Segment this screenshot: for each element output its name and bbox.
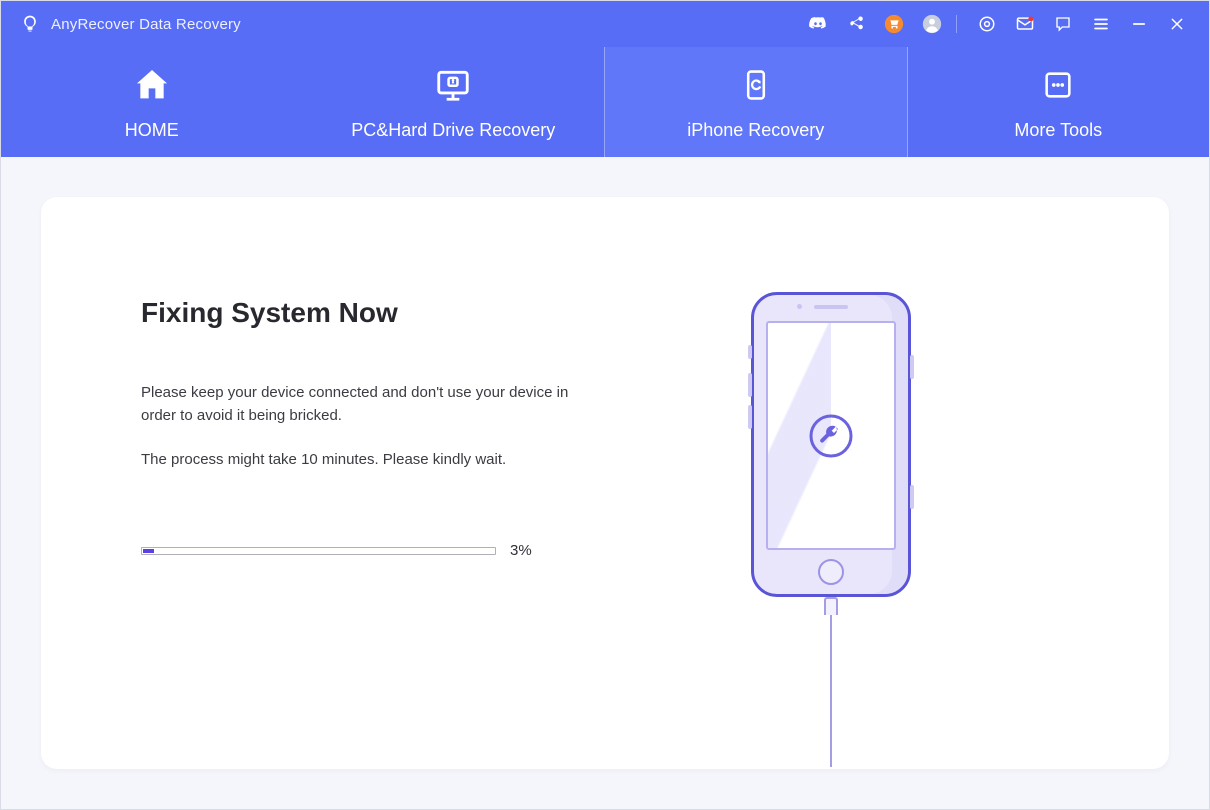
left-column: Fixing System Now Please keep your devic… — [141, 297, 581, 491]
settings-icon[interactable] — [973, 10, 1001, 38]
nav-tabs: HOME PC&Hard Drive Recovery iPhone Recov… — [1, 47, 1209, 157]
mail-icon[interactable] — [1011, 10, 1039, 38]
phone-speaker — [814, 305, 848, 309]
phone-side-button — [910, 355, 914, 379]
cart-icon[interactable] — [880, 10, 908, 38]
tab-home-label: HOME — [125, 120, 179, 141]
instruction-text-2: The process might take 10 minutes. Pleas… — [141, 448, 581, 471]
wrench-icon — [809, 414, 853, 458]
phone-cable-plug — [824, 597, 838, 615]
more-tools-icon — [1037, 64, 1079, 106]
progress-bar — [141, 547, 496, 555]
phone-side-button — [748, 345, 752, 359]
phone-side-button — [910, 485, 914, 509]
tab-pc-recovery-label: PC&Hard Drive Recovery — [351, 120, 555, 141]
share-icon[interactable] — [842, 10, 870, 38]
progress-fill — [143, 549, 154, 553]
phone-side-button — [748, 373, 752, 397]
main-card: Fixing System Now Please keep your devic… — [41, 197, 1169, 769]
tab-more-tools-label: More Tools — [1014, 120, 1102, 141]
progress-row: 3% — [141, 542, 532, 559]
tab-iphone-recovery[interactable]: iPhone Recovery — [604, 47, 908, 157]
instruction-text-1: Please keep your device connected and do… — [141, 381, 581, 428]
titlebar: AnyRecover Data Recovery — [1, 1, 1209, 47]
page-heading: Fixing System Now — [141, 297, 581, 329]
tab-more-tools[interactable]: More Tools — [908, 47, 1210, 157]
tab-home[interactable]: HOME — [1, 47, 303, 157]
content-area: Fixing System Now Please keep your devic… — [1, 157, 1209, 809]
tab-iphone-recovery-label: iPhone Recovery — [687, 120, 824, 141]
app-logo-icon — [19, 13, 41, 35]
titlebar-separator — [956, 15, 957, 33]
tab-pc-recovery[interactable]: PC&Hard Drive Recovery — [303, 47, 605, 157]
phone-camera-dot — [797, 304, 802, 309]
close-icon[interactable] — [1163, 10, 1191, 38]
phone-cable — [830, 597, 832, 767]
home-icon — [131, 64, 173, 106]
phone-screen — [766, 321, 896, 550]
account-icon[interactable] — [918, 10, 946, 38]
feedback-icon[interactable] — [1049, 10, 1077, 38]
phone-illustration — [701, 292, 961, 767]
app-window: AnyRecover Data Recovery — [0, 0, 1210, 810]
progress-percent-label: 3% — [510, 542, 532, 559]
phone-body — [751, 292, 911, 597]
app-title: AnyRecover Data Recovery — [51, 16, 241, 33]
monitor-icon — [432, 64, 474, 106]
discord-icon[interactable] — [804, 10, 832, 38]
menu-icon[interactable] — [1087, 10, 1115, 38]
phone-refresh-icon — [735, 64, 777, 106]
minimize-icon[interactable] — [1125, 10, 1153, 38]
phone-side-button — [748, 405, 752, 429]
phone-home-button — [818, 559, 844, 585]
